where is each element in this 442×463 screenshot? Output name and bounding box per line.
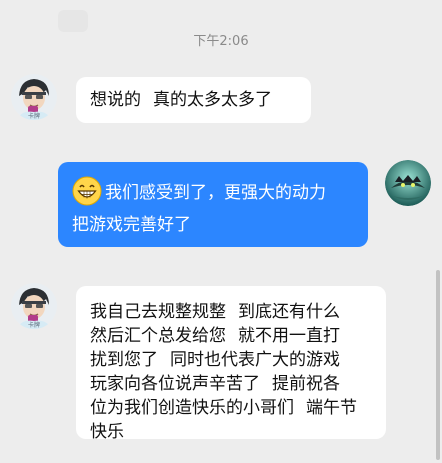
- message-bubble-incoming[interactable]: 想说的 真的太多太多了: [76, 77, 311, 123]
- message-line: 玩家向各位说声辛苦了 提前祝各: [90, 372, 372, 396]
- message-text: 我们感受到了，更强大的动力: [105, 183, 326, 203]
- message-text: 扰到您了: [90, 350, 158, 370]
- self-avatar-image: [385, 160, 431, 206]
- message-text: 就不用一直打: [238, 326, 340, 346]
- message-text: 快乐: [90, 422, 124, 442]
- contact-avatar-image: 卡牌: [11, 283, 57, 329]
- message-text: 把游戏完善好了: [72, 215, 191, 235]
- message-bubble-incoming[interactable]: 我自己去规整规整 到底还有什么 然后汇个总发给您 就不用一直打 扰到您了 同时也代表广…: [76, 286, 386, 442]
- message-text: 位为我们创造快乐的小哥们: [90, 398, 294, 418]
- message-line: 位为我们创造快乐的小哥们 端午节: [90, 396, 372, 420]
- message-text: 然后汇个总发给您: [90, 326, 226, 346]
- message-text: 我自己去规整规整: [90, 302, 226, 322]
- grinning-face-icon: [72, 176, 102, 213]
- message-line: 扰到您了 同时也代表广大的游戏: [90, 348, 372, 372]
- message-bubble-outgoing[interactable]: 我们感受到了，更强大的动力 把游戏完善好了: [58, 162, 368, 247]
- svg-text:卡牌: 卡牌: [28, 112, 40, 120]
- chat-scrollbar[interactable]: [436, 270, 440, 460]
- message-text: 玩家向各位说声辛苦了: [90, 374, 260, 394]
- message-text: 想说的: [90, 90, 141, 110]
- contact-avatar[interactable]: 卡牌: [11, 74, 57, 120]
- svg-text:卡牌: 卡牌: [28, 321, 40, 329]
- message-line: 我自己去规整规整 到底还有什么: [90, 300, 372, 324]
- contact-avatar-image: 卡牌: [11, 74, 57, 120]
- message-text: 提前祝各: [272, 374, 340, 394]
- corner-icon: [58, 10, 88, 32]
- message-text: 真的太多太多了: [153, 90, 272, 110]
- self-avatar[interactable]: [385, 160, 431, 206]
- message-text: 同时也代表广大的游戏: [170, 350, 340, 370]
- message-timestamp: 下午2:06: [193, 34, 249, 49]
- contact-avatar[interactable]: 卡牌: [11, 283, 57, 329]
- message-text: 到底还有什么: [238, 302, 340, 322]
- message-line: 然后汇个总发给您 就不用一直打: [90, 324, 372, 348]
- message-line: 我们感受到了，更强大的动力: [72, 176, 354, 213]
- message-text: 端午节: [306, 398, 357, 418]
